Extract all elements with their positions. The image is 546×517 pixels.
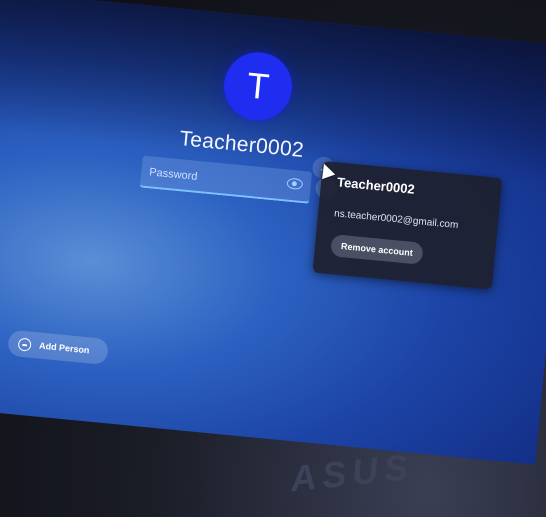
remove-account-button[interactable]: Remove account bbox=[330, 234, 424, 265]
login-screen: T Teacher0002 ⌄ Teacher0002 ns.teacher00… bbox=[0, 0, 546, 465]
avatar-letter: T bbox=[245, 64, 271, 108]
account-email: ns.teacher0002@gmail.com bbox=[333, 208, 459, 232]
add-person-button[interactable]: Add Person bbox=[7, 329, 110, 366]
browse-as-guest-button[interactable]: uest bbox=[0, 306, 2, 337]
add-person-icon bbox=[17, 337, 32, 352]
username-label: Teacher0002 bbox=[178, 127, 305, 162]
laptop-bezel: T Teacher0002 ⌄ Teacher0002 ns.teacher00… bbox=[0, 0, 546, 517]
password-input[interactable] bbox=[146, 162, 282, 195]
account-name: Teacher0002 bbox=[336, 174, 416, 197]
user-avatar[interactable]: T bbox=[220, 49, 296, 124]
add-person-label: Add Person bbox=[38, 340, 90, 356]
account-menu-popup: Teacher0002 ns.teacher0002@gmail.com Rem… bbox=[312, 160, 503, 290]
password-field[interactable] bbox=[139, 155, 313, 204]
asus-logo: ASUS bbox=[288, 445, 416, 500]
eye-icon[interactable] bbox=[286, 177, 304, 191]
